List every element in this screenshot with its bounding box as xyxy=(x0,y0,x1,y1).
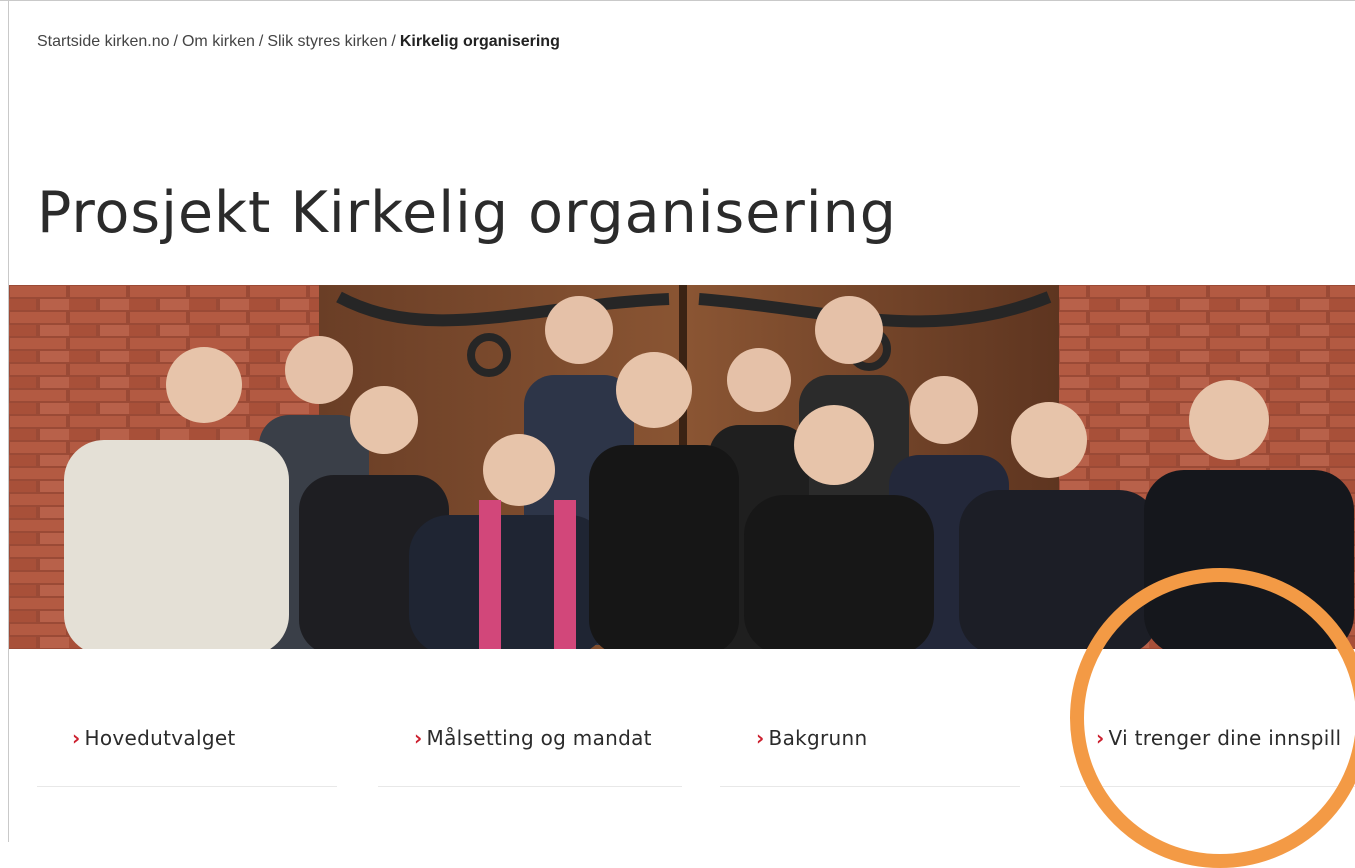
breadcrumb-slik-styres[interactable]: Slik styres kirken xyxy=(267,33,387,50)
chevron-right-icon: › xyxy=(72,726,81,750)
tile-label: Vi trenger dine innspill xyxy=(1108,726,1342,750)
page-title: Prosjekt Kirkelig organisering xyxy=(37,180,897,246)
breadcrumb-om-kirken[interactable]: Om kirken xyxy=(182,33,255,50)
tile-link-bakgrunn[interactable]: › Bakgrunn xyxy=(756,726,867,750)
tile-link-vi-trenger[interactable]: › Vi trenger dine innspill xyxy=(1096,726,1341,750)
tile-label: Bakgrunn xyxy=(768,726,868,750)
tile-hovedutvalget[interactable]: › Hovedutvalget xyxy=(37,700,337,787)
group-photo xyxy=(9,285,1355,649)
breadcrumb-current: Kirkelig organisering xyxy=(399,33,560,50)
frame-top-border xyxy=(0,0,1355,1)
chevron-right-icon: › xyxy=(1096,726,1105,750)
tile-vi-trenger[interactable]: › Vi trenger dine innspill xyxy=(1060,700,1355,787)
chevron-right-icon: › xyxy=(756,726,765,750)
tile-link-malsetting[interactable]: › Målsetting og mandat xyxy=(414,726,652,750)
link-tiles: › Hovedutvalget › Målsetting og mandat › Ba… xyxy=(0,700,1355,800)
breadcrumb-separator: / xyxy=(391,33,396,50)
breadcrumb-home[interactable]: Startside kirken.no xyxy=(37,33,170,50)
chevron-right-icon: › xyxy=(414,726,423,750)
breadcrumb: Startside kirken.no / Om kirken / Slik styre… xyxy=(37,33,560,51)
breadcrumb-separator: / xyxy=(173,33,178,50)
tile-malsetting[interactable]: › Målsetting og mandat xyxy=(378,700,682,787)
tile-label: Målsetting og mandat xyxy=(426,726,652,750)
tile-label: Hovedutvalget xyxy=(84,726,236,750)
breadcrumb-separator: / xyxy=(258,33,264,50)
tile-link-hovedutvalget[interactable]: › Hovedutvalget xyxy=(72,726,236,750)
tile-bakgrunn[interactable]: › Bakgrunn xyxy=(720,700,1020,787)
hero-image xyxy=(9,285,1355,649)
